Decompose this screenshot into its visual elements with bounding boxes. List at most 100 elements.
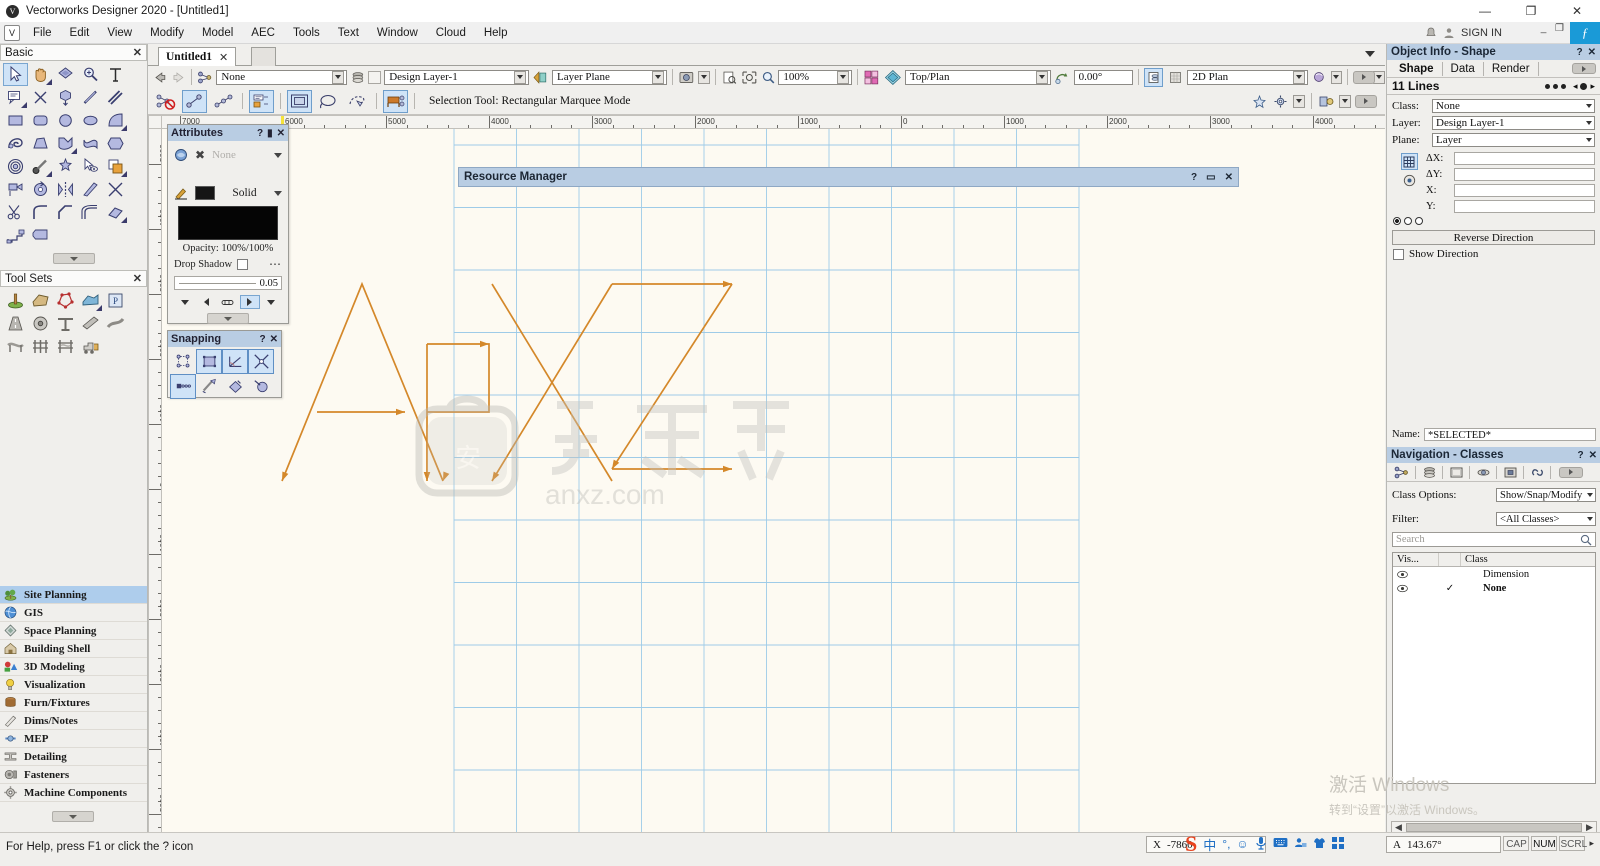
snap-snap-to-intersection[interactable] (248, 349, 274, 374)
ruler-origin-corner[interactable] (148, 115, 162, 129)
line-weight-slider[interactable]: 0.05 (174, 276, 282, 290)
attributes-pin-icon[interactable]: ▮ (267, 128, 273, 139)
attributes-mapping-chevron-down-icon[interactable] (1339, 94, 1351, 108)
pen-icon[interactable] (174, 186, 188, 200)
basic-tool-eraser-tool[interactable] (103, 201, 128, 224)
render-mode-selector[interactable]: 2D Plan (1187, 69, 1308, 85)
view-bar-overflow-button[interactable] (1353, 70, 1375, 84)
ime-toolbar[interactable]: S 中 °, ☺ (1185, 833, 1344, 855)
attributes-close-icon[interactable]: ✕ (277, 128, 285, 139)
basic-tool-text-tool[interactable] (103, 63, 128, 86)
attributes-mapping-icon[interactable] (1318, 94, 1335, 109)
view-selector-chevron-down-icon[interactable] (1035, 70, 1048, 84)
nav-tab-classes[interactable] (1391, 464, 1413, 480)
menu-item-tools[interactable]: Tools (284, 24, 329, 42)
layer-selector-chevron-down-icon[interactable] (514, 70, 527, 84)
show-direction-checkbox[interactable] (1393, 248, 1404, 260)
unified-view-button[interactable] (1166, 68, 1185, 87)
toolset-row-space-planning[interactable]: Space Planning (0, 622, 147, 640)
toolset-tool-guardrail-tool[interactable] (3, 335, 28, 358)
toolset-tool-site-modifier-tool[interactable] (3, 289, 28, 312)
toolset-tool-stake-tool[interactable] (53, 289, 78, 312)
dx-input[interactable] (1454, 152, 1595, 165)
basic-tool-rectangle-tool[interactable] (3, 109, 28, 132)
filter-chevron-down-icon[interactable] (1584, 517, 1595, 521)
basic-tool-fillet-tool[interactable] (28, 201, 53, 224)
menu-item-modify[interactable]: Modify (141, 24, 193, 42)
snapping-palette[interactable]: Snapping ? ✕ (167, 330, 282, 399)
menu-item-aec[interactable]: AEC (242, 24, 284, 42)
arrow-end-button[interactable] (239, 295, 260, 309)
basic-tool-rotate-tool[interactable] (28, 178, 53, 201)
rotation-angle-field[interactable]: 0.00° (1073, 69, 1133, 85)
nav-tab-design-layers[interactable] (1418, 464, 1440, 480)
navigation-overflow-button[interactable] (1559, 466, 1583, 478)
basic-tool-line-tool[interactable] (78, 86, 103, 109)
pen-attribute-row[interactable]: Solid (174, 183, 282, 203)
resource-manager-window[interactable]: Resource Manager ? ▭ ✕ (458, 167, 1239, 187)
attributes-palette[interactable]: Attributes ? ▮ ✕ ✖ None Solid Opacity: 1… (167, 124, 289, 324)
fill-none-x-icon[interactable]: ✖ (195, 148, 205, 162)
minimize-button[interactable]: — (1462, 0, 1508, 22)
indicator-num[interactable]: NUM (1531, 836, 1558, 851)
snap-snap-to-working-plane[interactable] (222, 374, 248, 399)
mode-connect[interactable] (182, 89, 207, 113)
sign-in-area[interactable]: SIGN IN (1425, 22, 1502, 44)
snap-smart-points[interactable] (170, 374, 196, 399)
pen-color-swatch[interactable] (195, 186, 215, 200)
resource-manager-help-icon[interactable]: ? (1191, 172, 1197, 183)
object-info-close-icon[interactable]: ✕ (1588, 47, 1596, 58)
nav-tab-saved-views[interactable] (1499, 464, 1521, 480)
basic-tool-arc-tool[interactable] (103, 109, 128, 132)
layer-field-chevron-down-icon[interactable] (1583, 117, 1594, 129)
pen-chevron-down-icon[interactable] (274, 190, 282, 196)
object-info-paging[interactable]: ◂ ▸ (1544, 81, 1595, 92)
horizontal-ruler[interactable]: 9000800070006000500040003000200010000100… (162, 115, 1385, 129)
menu-item-edit[interactable]: Edit (61, 24, 99, 42)
arrow-start-button[interactable] (196, 295, 216, 309)
snap-smart-edge[interactable] (196, 374, 222, 399)
toolset-tool-hardscape-tool[interactable] (28, 312, 53, 335)
document-tab-untitled1[interactable]: Untitled1 ✕ (158, 47, 237, 66)
class-visibility-toggle[interactable] (1393, 584, 1439, 593)
tool-sets-collapse-button[interactable] (52, 811, 94, 822)
direction-radio-1[interactable] (1393, 217, 1401, 225)
column-visibility[interactable]: Vis... (1393, 553, 1439, 566)
basic-tool-zoom-tool[interactable] (78, 63, 103, 86)
ime-punctuation-icon[interactable]: °, (1222, 837, 1230, 851)
basic-palette-collapse-button[interactable] (52, 253, 95, 264)
sign-in-label[interactable]: SIGN IN (1461, 27, 1502, 39)
toolset-tool-roadway-tool[interactable] (3, 312, 28, 335)
toolset-tool-grading-tool[interactable] (78, 335, 103, 358)
paging-prev-icon[interactable]: ◂ (1573, 81, 1578, 92)
menu-item-help[interactable]: Help (475, 24, 517, 42)
document-tab-close-icon[interactable]: ✕ (219, 51, 228, 64)
rotate-plan-icon[interactable] (1054, 70, 1071, 85)
resource-manager-dock-icon[interactable]: ▭ (1206, 172, 1215, 183)
layer-selector[interactable]: Design Layer-1 (384, 69, 530, 85)
class-selector[interactable]: None (216, 69, 347, 85)
arrow-start-none-button[interactable] (175, 295, 195, 309)
toolset-tool-site-structure-tool[interactable] (53, 312, 78, 335)
basic-tool-mirror-tool[interactable] (53, 178, 78, 201)
drop-shadow-checkbox[interactable] (237, 259, 249, 270)
class-row[interactable]: Dimension (1393, 567, 1595, 581)
menu-item-cloud[interactable]: Cloud (427, 24, 475, 42)
basic-tool-move-by-points-tool[interactable] (3, 178, 28, 201)
basic-tool-trim-tool[interactable] (28, 86, 53, 109)
classes-table[interactable]: Vis... Class Dimension ✓ None (1392, 552, 1596, 784)
zoom-level-field[interactable]: 100% (778, 69, 853, 85)
plane-selector[interactable]: Layer Plane (551, 69, 668, 85)
mode-freehand-marquee[interactable] (345, 90, 370, 113)
snapping-help-icon[interactable]: ? (260, 334, 266, 345)
toolset-tool-curb-tool[interactable] (78, 312, 103, 335)
class-active-check[interactable]: ✓ (1439, 583, 1461, 594)
basic-palette-close-icon[interactable]: ✕ (133, 46, 142, 59)
center-point-button[interactable] (1403, 174, 1416, 190)
arrow-marker-style-button[interactable] (218, 295, 238, 309)
render-mode-chevron-down-icon[interactable] (1292, 70, 1305, 84)
menu-item-file[interactable]: File (24, 24, 61, 42)
toolset-tool-fence-tool[interactable] (28, 335, 53, 358)
layer-options-button[interactable] (368, 70, 382, 84)
object-info-overflow-button[interactable] (1572, 63, 1596, 74)
